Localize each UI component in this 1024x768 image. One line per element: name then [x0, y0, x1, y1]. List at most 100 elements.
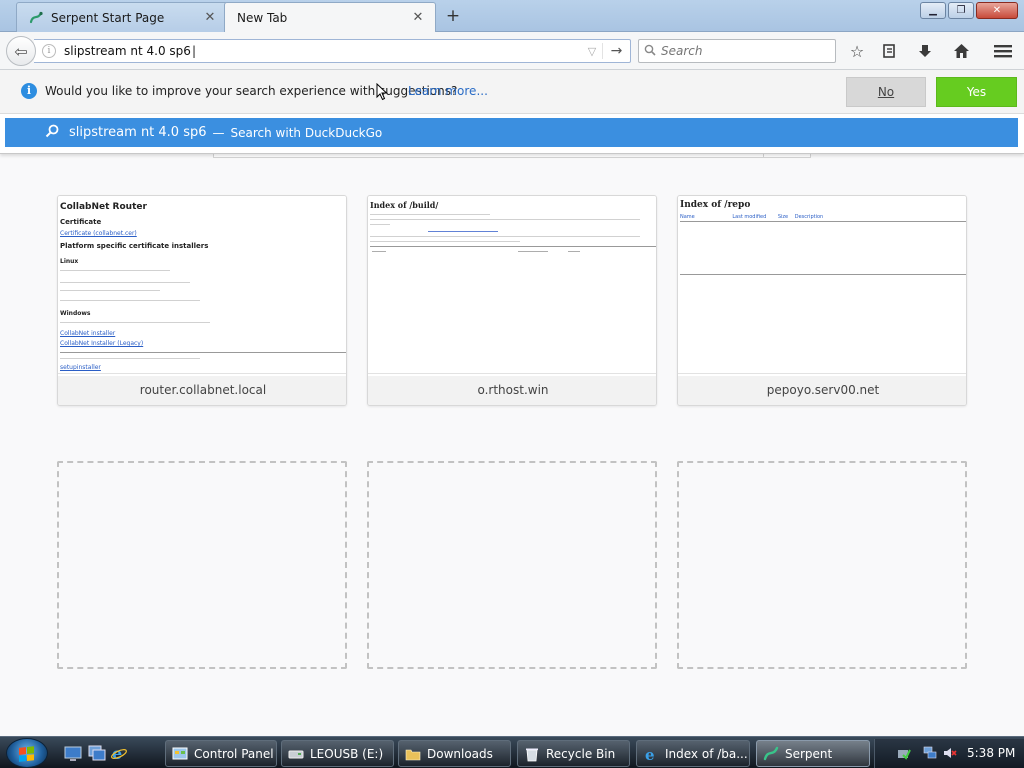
- thumb-heading: Index of /build/: [370, 200, 439, 210]
- clock[interactable]: 5:38 PM: [967, 746, 1015, 760]
- learn-more-link[interactable]: Learn more...: [408, 84, 488, 98]
- no-button[interactable]: No: [846, 77, 926, 107]
- tile-label: pepoyo.serv00.net: [678, 376, 966, 405]
- top-site-tile[interactable]: Index of /repo Name Last modified Size D…: [677, 195, 967, 406]
- restore-button[interactable]: ❐: [948, 2, 974, 19]
- tab-new-tab[interactable]: New Tab ✕: [224, 2, 436, 32]
- suggestions-message: Would you like to improve your search ex…: [45, 84, 458, 98]
- new-tab-page: CollabNet Router Certificate Certificate…: [0, 152, 1024, 736]
- taskbar-label: LEOUSB (E:): [310, 746, 384, 761]
- taskbar-label: Recycle Bin: [546, 746, 616, 761]
- volume-muted-icon[interactable]: [943, 746, 957, 760]
- taskbar-label: Serpent: [785, 746, 833, 761]
- taskbar-label: Index of /ba...: [665, 746, 748, 761]
- start-button[interactable]: [6, 738, 48, 768]
- network-icon[interactable]: [923, 746, 937, 760]
- thumb-link: setupinstaller: [60, 364, 101, 371]
- search-icon: [639, 44, 661, 59]
- search-box[interactable]: [638, 39, 836, 63]
- search-suggestions-prompt: i Would you like to improve your search …: [0, 70, 1024, 114]
- downloads-icon[interactable]: [914, 40, 936, 62]
- thumb-section: Platform specific certificate installers: [60, 242, 209, 250]
- tab-title: New Tab: [237, 10, 288, 25]
- usb-drive-icon: [288, 746, 304, 762]
- navigation-toolbar: i slipstream nt 4.0 sp6 ▽ → ⇦ ☆: [0, 32, 1024, 70]
- result-separator: —: [212, 125, 225, 140]
- close-window-button[interactable]: ✕: [976, 2, 1018, 19]
- search-result-row[interactable]: slipstream nt 4.0 sp6 — Search with Duck…: [5, 118, 1018, 147]
- taskbar-index-of[interactable]: e Index of /ba...: [636, 740, 750, 767]
- site-thumbnail: Index of /repo Name Last modified Size D…: [678, 196, 966, 374]
- menu-hamburger-icon[interactable]: [992, 40, 1014, 62]
- new-tab-button[interactable]: +: [444, 6, 462, 26]
- thumb-column: Description: [794, 214, 824, 220]
- thumb-column: Last modified: [732, 214, 767, 220]
- top-site-tile[interactable]: Index of /build/ o.rthost.win: [367, 195, 657, 406]
- home-icon[interactable]: [950, 40, 972, 62]
- thumb-link: Certificate (collabnet.cer): [60, 230, 137, 237]
- thumb-section: Linux: [60, 258, 79, 265]
- taskbar-leousb[interactable]: LEOUSB (E:): [281, 740, 394, 767]
- taskbar-downloads[interactable]: Downloads: [398, 740, 511, 767]
- taskbar-label: Downloads: [427, 746, 493, 761]
- taskbar-recycle-bin[interactable]: Recycle Bin: [517, 740, 630, 767]
- yes-button[interactable]: Yes: [936, 77, 1017, 107]
- close-tab-icon[interactable]: ✕: [203, 10, 217, 25]
- switch-windows-icon[interactable]: [88, 744, 106, 762]
- empty-tile-slot: [677, 461, 967, 669]
- thumb-heading: Index of /repo: [680, 200, 751, 210]
- thumb-link: CollabNet installer: [60, 330, 116, 337]
- info-icon: i: [21, 83, 37, 99]
- show-desktop-icon[interactable]: [64, 744, 82, 762]
- search-icon: [39, 124, 65, 142]
- go-arrow-icon[interactable]: →: [602, 43, 630, 59]
- mouse-cursor-icon: [376, 83, 388, 101]
- url-bar[interactable]: i slipstream nt 4.0 sp6 ▽ →: [34, 39, 631, 63]
- url-autocomplete-popup: i Would you like to improve your search …: [0, 70, 1024, 154]
- search-input[interactable]: [661, 44, 831, 58]
- recycle-bin-icon: [524, 746, 540, 762]
- taskbar-control-panel[interactable]: Control Panel: [165, 740, 277, 767]
- thumb-column: Size: [777, 214, 789, 220]
- thumb-heading: CollabNet Router: [60, 202, 147, 212]
- folder-icon: [405, 746, 421, 762]
- internet-explorer-icon[interactable]: e: [110, 744, 128, 763]
- internet-explorer-icon: e: [643, 746, 659, 764]
- serpent-favicon-icon: [29, 11, 43, 25]
- tile-label: o.rthost.win: [368, 376, 656, 405]
- serpent-app-icon: [763, 746, 779, 762]
- tile-label: router.collabnet.local: [58, 376, 346, 405]
- windows-taskbar: e Control Panel LEOUSB (E:) Downloads Re…: [0, 736, 1024, 768]
- thumb-section: Windows: [60, 310, 91, 317]
- site-info-icon[interactable]: i: [42, 44, 56, 58]
- thumb-link: CollabNet Installer (Legacy): [60, 340, 144, 347]
- url-input[interactable]: slipstream nt 4.0 sp6: [64, 44, 582, 58]
- top-site-tile[interactable]: CollabNet Router Certificate Certificate…: [57, 195, 347, 406]
- control-panel-icon: [172, 746, 188, 762]
- tab-title: Serpent Start Page: [51, 10, 165, 25]
- back-arrow-icon: ⇦: [14, 41, 28, 61]
- back-button[interactable]: ⇦: [6, 36, 36, 66]
- close-tab-icon[interactable]: ✕: [411, 10, 425, 25]
- bookmark-star-icon[interactable]: ☆: [846, 40, 868, 62]
- result-engine: Search with DuckDuckGo: [230, 125, 383, 140]
- history-dropdown-icon[interactable]: ▽: [582, 45, 602, 58]
- tab-serpent-start-page[interactable]: Serpent Start Page ✕: [16, 2, 228, 32]
- site-thumbnail: Index of /build/: [368, 196, 656, 374]
- tab-strip: Serpent Start Page ✕ New Tab ✕ + ▁ ❐ ✕: [0, 0, 1024, 32]
- bookmarks-menu-icon[interactable]: [878, 40, 900, 62]
- taskbar-label: Control Panel: [194, 746, 274, 761]
- thumb-section: Certificate: [60, 218, 102, 226]
- taskbar-serpent[interactable]: Serpent: [756, 740, 870, 767]
- thumb-column: Name: [680, 214, 695, 220]
- site-thumbnail: CollabNet Router Certificate Certificate…: [58, 196, 346, 374]
- empty-tile-slot: [367, 461, 657, 669]
- windows-logo-icon: [19, 746, 35, 762]
- safely-remove-hardware-icon[interactable]: [897, 746, 911, 760]
- window-controls: ▁ ❐ ✕: [920, 2, 1018, 19]
- empty-tile-slot: [57, 461, 347, 669]
- system-tray: 5:38 PM: [874, 739, 1024, 768]
- result-query: slipstream nt 4.0 sp6: [69, 125, 207, 140]
- svg-text:e: e: [645, 746, 655, 762]
- minimize-button[interactable]: ▁: [920, 2, 946, 19]
